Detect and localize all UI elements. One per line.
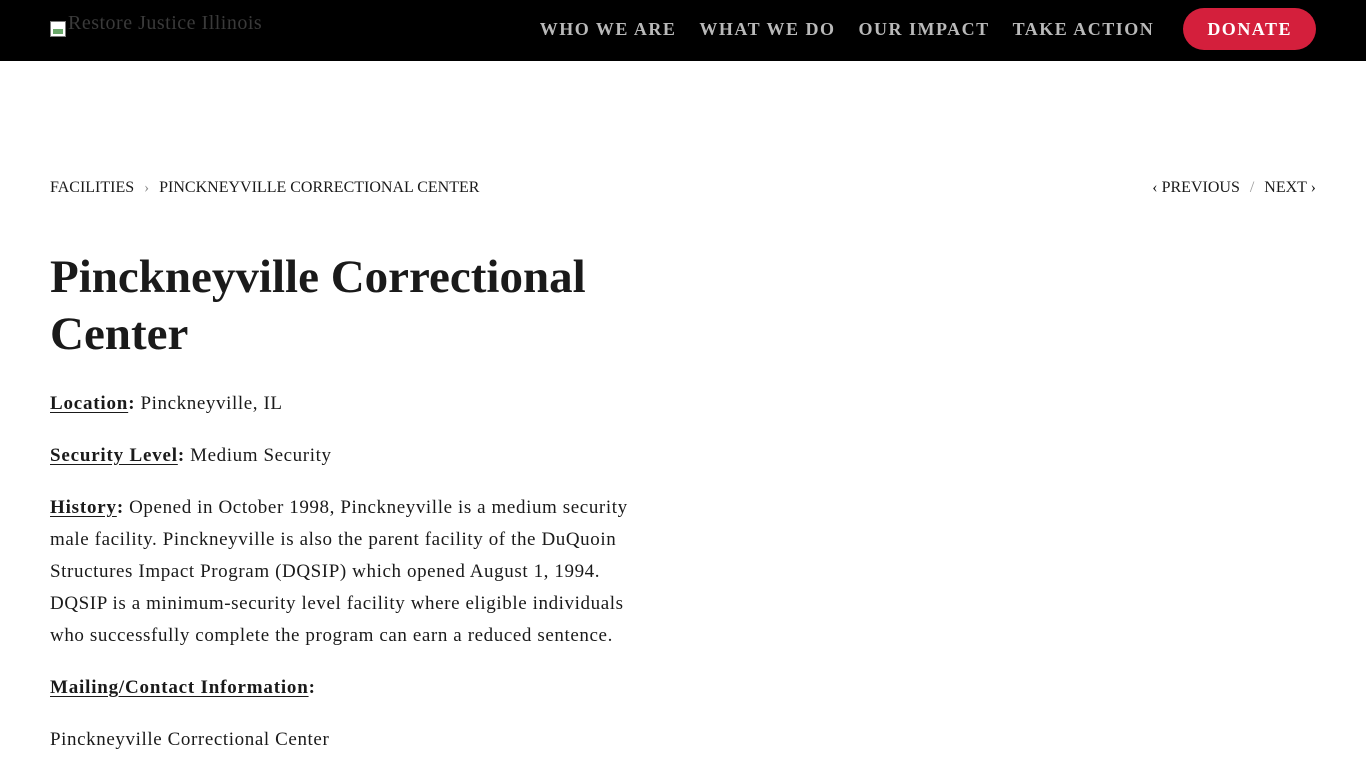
history-label: History [50, 497, 117, 518]
mailing-contact-label: Mailing/Contact Information [50, 677, 309, 698]
breadcrumb-facilities-link[interactable]: FACILITIES [50, 179, 134, 197]
breadcrumb-current: PINCKNEYVILLE CORRECTIONAL CENTER [159, 179, 480, 196]
breadcrumb-separator: › [144, 179, 150, 196]
history-paragraph: History: Opened in October 1998, Pinckne… [50, 497, 628, 646]
next-link[interactable]: NEXT › [1264, 179, 1316, 197]
broken-image-icon [50, 21, 66, 37]
previous-link[interactable]: ‹ PREVIOUS [1152, 179, 1240, 197]
mailing-address-line: Pinckneyville Correctional Center [50, 729, 330, 750]
page-title: Pinckneyville Correctional Center [50, 251, 586, 360]
nav-take-action[interactable]: TAKE ACTION [1013, 19, 1155, 40]
site-logo[interactable]: Restore Justice Illinois [50, 12, 280, 38]
location-value: Pinckneyville, IL [140, 393, 283, 414]
nav-what-we-do[interactable]: WHAT WE DO [699, 19, 835, 40]
facility-details: Location: Pinckneyville, IL Security Lev… [50, 388, 630, 776]
security-level-label: Security Level [50, 445, 178, 466]
main-nav: WHO WE ARE WHAT WE DO OUR IMPACT TAKE AC… [517, 0, 1316, 58]
location-label: Location [50, 393, 129, 414]
mailing-paragraph: Mailing/Contact Information: [50, 677, 316, 698]
security-paragraph: Security Level: Medium Security [50, 445, 332, 466]
prev-next-pager: ‹ PREVIOUS / NEXT › [1152, 179, 1316, 197]
breadcrumb: FACILITIES › PINCKNEYVILLE CORRECTIONAL … [50, 179, 479, 197]
security-level-value: Medium Security [190, 445, 332, 466]
nav-our-impact[interactable]: OUR IMPACT [858, 19, 989, 40]
nav-who-we-are[interactable]: WHO WE ARE [540, 19, 677, 40]
donate-button[interactable]: DONATE [1183, 8, 1316, 50]
top-navigation-bar: Restore Justice Illinois WHO WE ARE WHAT… [0, 0, 1366, 61]
history-text: Opened in October 1998, Pinckneyville is… [50, 497, 628, 646]
location-paragraph: Location: Pinckneyville, IL [50, 393, 283, 414]
pager-divider: / [1249, 179, 1255, 196]
logo-alt-text: Restore Justice Illinois [68, 12, 263, 34]
